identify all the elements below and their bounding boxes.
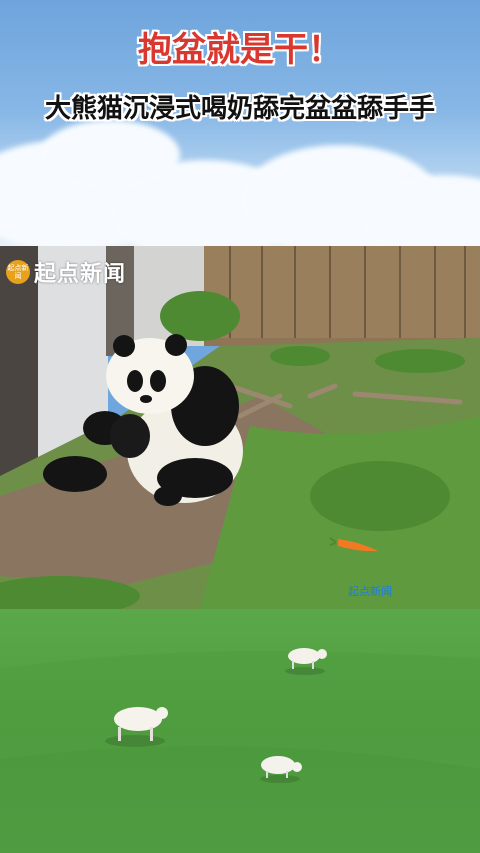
video-subtitle: 大熊猫沉浸式喝奶舔完盆盆舔手手 (44, 94, 435, 124)
logo-badge: 起点新闻 (6, 260, 30, 284)
grass-field (0, 648, 480, 853)
video-title: 抱盆就是干！ (138, 30, 342, 70)
corner-watermark: 起点新闻 (348, 585, 392, 598)
logo-text: 起点新闻 (34, 262, 127, 287)
panda-scene (0, 246, 480, 609)
grass-background (0, 609, 480, 853)
video-frame[interactable]: 起点新闻 起点新闻 起点新闻 (0, 246, 480, 609)
source-logo: 起点新闻 起点新闻 (6, 256, 126, 288)
